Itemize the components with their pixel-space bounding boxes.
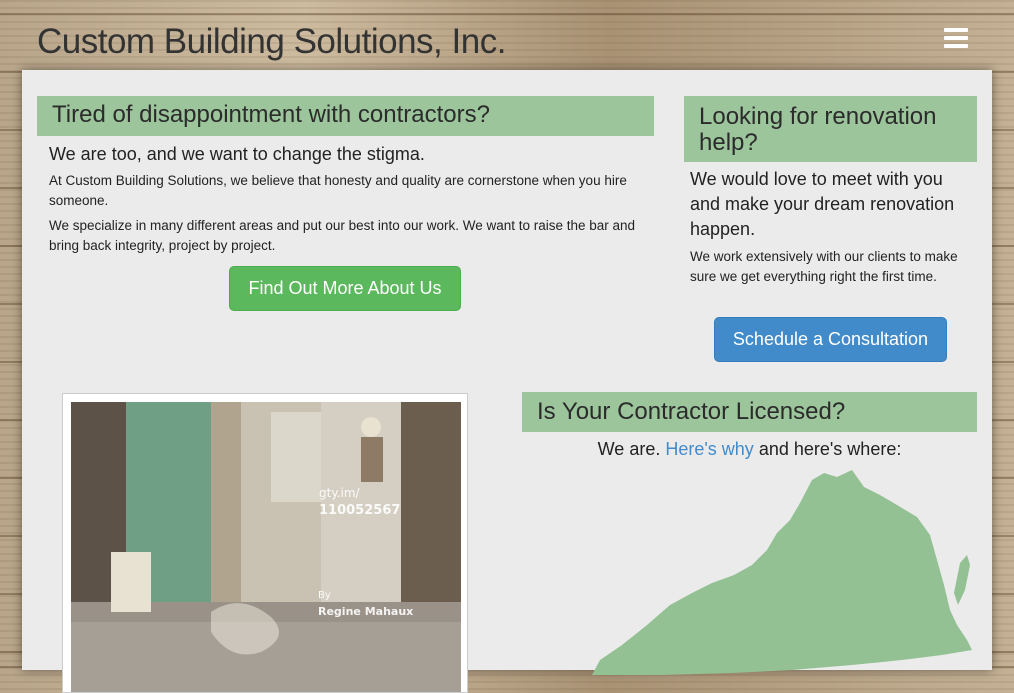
- licensed-text-before: We are.: [597, 439, 666, 459]
- contractors-paragraph-1: At Custom Building Solutions, we believe…: [49, 173, 627, 208]
- contractors-lead: We are too, and we want to change the st…: [49, 144, 425, 164]
- virginia-state-shape: [592, 470, 972, 675]
- heres-why-link[interactable]: Here's why: [665, 439, 753, 459]
- contractors-paragraph-2: We specialize in many different areas an…: [49, 218, 636, 253]
- hamburger-menu-icon[interactable]: [944, 28, 968, 50]
- photo-overlay-by: By: [318, 590, 331, 601]
- licensed-text: We are. Here's why and here's where:: [522, 437, 977, 462]
- find-out-more-button[interactable]: Find Out More About Us: [229, 266, 461, 311]
- licensed-text-after: and here's where:: [753, 439, 902, 459]
- eastern-shore-shape: [954, 555, 970, 605]
- site-title[interactable]: Custom Building Solutions, Inc.: [37, 20, 506, 64]
- content-panel: Tired of disappointment with contractors…: [22, 70, 992, 693]
- renovation-heading: Looking for renovation help?: [684, 96, 977, 162]
- photo-overlay-url-line1: gty.im/: [319, 486, 361, 500]
- schedule-consultation-button[interactable]: Schedule a Consultation: [714, 317, 947, 362]
- contractors-heading: Tired of disappointment with contractors…: [37, 96, 654, 136]
- site-header: Custom Building Solutions, Inc.: [0, 0, 1014, 70]
- construction-photo-image: gty.im/ 110052567 By Regine Mahaux: [71, 402, 461, 692]
- renovation-paragraph: We work extensively with our clients to …: [690, 249, 958, 284]
- virginia-map[interactable]: [562, 465, 992, 675]
- photo-frame: gty.im/ 110052567 By Regine Mahaux: [62, 393, 468, 693]
- construction-photo[interactable]: gty.im/ 110052567 By Regine Mahaux: [71, 402, 461, 692]
- photo-overlay-url-line2: 110052567: [319, 503, 400, 518]
- licensed-heading: Is Your Contractor Licensed?: [522, 392, 977, 432]
- photo-overlay-author: Regine Mahaux: [318, 605, 413, 618]
- renovation-lead: We would love to meet with you and make …: [690, 169, 955, 239]
